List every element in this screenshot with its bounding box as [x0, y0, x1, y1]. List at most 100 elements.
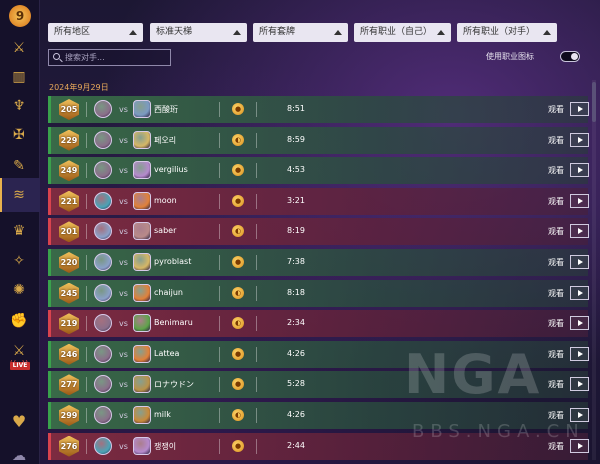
opponent-class-portrait [133, 344, 151, 363]
match-row[interactable]: 245 vs chaijun ◐ 8:18 观看 [48, 279, 589, 307]
sidebar-item-cloud-icon[interactable]: ☁ [8, 445, 30, 464]
watch-link[interactable]: 观看 [548, 104, 564, 115]
watch-link[interactable]: 观看 [548, 288, 564, 299]
opponent-name[interactable]: pyroblast [154, 257, 191, 266]
own-class-portrait [94, 130, 112, 149]
play-replay-button[interactable] [570, 224, 589, 239]
region-filter-label: 所有地区 [54, 27, 91, 37]
match-row[interactable]: 221 vs moon ● 3:21 观看 [48, 187, 589, 215]
own-class-filter[interactable]: 所有职业（自己） [354, 23, 451, 42]
opponent-class-portrait [133, 436, 151, 455]
opponent-search-input[interactable]: 搜索对手... [48, 49, 171, 66]
watch-link[interactable]: 观看 [548, 135, 564, 146]
rank-badge: 205 [59, 99, 79, 120]
caret-up-icon [334, 30, 342, 35]
rank-value: 299 [60, 411, 78, 420]
class-icon-toggle-label: 使用职业图标 [486, 52, 534, 61]
search-placeholder: 搜索对手... [65, 53, 105, 62]
coin-icon: ● [232, 103, 244, 115]
coin-icon: ● [232, 347, 244, 360]
watch-link[interactable]: 观看 [548, 257, 564, 268]
class-icon-toggle[interactable] [560, 51, 580, 62]
opponent-name[interactable]: ロナウドン [154, 379, 194, 390]
ladder-filter[interactable]: 标准天梯 [150, 23, 247, 42]
opponent-name[interactable]: milk [154, 410, 171, 419]
opponent-name[interactable]: Benimaru [154, 318, 193, 327]
coin-icon: ● [232, 256, 244, 268]
opponent-name[interactable]: saber [154, 226, 176, 235]
match-row[interactable]: 219 vs Benimaru ◐ 2:34 观看 [48, 310, 589, 338]
divider [86, 377, 87, 393]
opponent-name[interactable]: moon [154, 196, 177, 205]
app-logo[interactable]: 9 [9, 5, 31, 27]
scrollbar[interactable] [592, 80, 596, 460]
opponent-class-portrait [133, 191, 151, 210]
opponent-name[interactable]: vergilius [154, 165, 188, 174]
sidebar-item-book-icon[interactable]: ✠ [8, 124, 30, 146]
sidebar-item-card-icon[interactable]: ▥ [8, 66, 30, 88]
rank-badge: 277 [59, 374, 79, 396]
sidebar-item-quill-icon[interactable]: ✎ [8, 155, 30, 177]
match-row[interactable]: 249 vs vergilius ● 4:53 观看 [48, 157, 589, 185]
sidebar-item-heart-icon[interactable]: ♥ [8, 410, 30, 432]
divider [219, 132, 220, 148]
sidebar-item-trophy-icon[interactable]: ♆ [8, 95, 30, 117]
watermark-logo-text: NGA [404, 343, 542, 406]
live-badge: LIVE [10, 362, 30, 370]
opponent-name[interactable]: 西酸珩 [154, 104, 178, 115]
match-duration: 3:21 [287, 195, 305, 205]
play-replay-button[interactable] [570, 163, 589, 178]
match-row[interactable]: 201 vs saber ◐ 8:19 观看 [48, 218, 589, 246]
play-replay-button[interactable] [570, 132, 589, 147]
watch-link[interactable]: 观看 [548, 226, 564, 237]
match-row[interactable]: 229 vs 페오리 ◐ 8:59 观看 [48, 126, 589, 154]
divider [256, 132, 257, 148]
opponent-name[interactable]: 페오리 [154, 135, 176, 146]
opponent-name[interactable]: Lattea [154, 349, 179, 358]
opponent-name[interactable]: 쟁쟁이 [154, 441, 176, 452]
match-duration: 4:53 [287, 165, 305, 175]
match-row[interactable]: 220 vs pyroblast ● 7:38 观看 [48, 249, 589, 276]
match-duration: 8:18 [287, 287, 305, 297]
divider [256, 224, 257, 240]
sidebar-item-deck-stack-icon[interactable]: ≋ [8, 184, 30, 206]
caret-up-icon [129, 30, 137, 35]
play-replay-button[interactable] [570, 255, 589, 269]
divider [86, 224, 87, 240]
scrollbar-thumb[interactable] [592, 82, 596, 122]
watch-link[interactable]: 观看 [548, 318, 564, 329]
rank-badge: 221 [59, 190, 79, 212]
rank-value: 249 [60, 166, 78, 176]
rank-value: 229 [60, 135, 78, 145]
play-replay-button[interactable] [570, 285, 589, 300]
coin-icon: ● [232, 439, 244, 452]
sidebar-item-gear-orb-icon[interactable]: ✺ [8, 279, 30, 301]
sidebar-item-fist-icon[interactable]: ✊ [8, 310, 30, 332]
card-icon: ▥ [12, 69, 26, 85]
divider [256, 438, 257, 454]
rank-badge: 276 [59, 435, 79, 457]
watch-link[interactable]: 观看 [548, 196, 564, 207]
sidebar-item-crown-icon[interactable]: ♛ [8, 220, 30, 242]
caret-up-icon [543, 30, 551, 35]
rank-badge: 220 [59, 252, 79, 273]
watch-link[interactable]: 观看 [548, 165, 564, 176]
divider [219, 346, 220, 362]
sidebar-item-shield-icon[interactable]: ⚔ [8, 37, 30, 59]
play-replay-button[interactable] [570, 316, 589, 331]
first-turn-icon: ◐ [232, 409, 244, 421]
opponent-class-filter[interactable]: 所有职业（对手） [457, 23, 557, 42]
opponent-name[interactable]: chaijun [154, 288, 183, 297]
gear-orb-icon: ✺ [13, 282, 25, 298]
rank-value: 201 [60, 227, 78, 237]
divider [219, 316, 220, 332]
play-replay-button[interactable] [570, 193, 589, 208]
match-row[interactable]: 205 vs 西酸珩 ● 8:51 观看 [48, 96, 589, 123]
sidebar-item-barrel-icon[interactable]: ✧ [8, 250, 30, 272]
divider [219, 163, 220, 179]
region-filter[interactable]: 所有地区 [48, 23, 143, 42]
barrel-icon: ✧ [13, 253, 25, 269]
deck-filter[interactable]: 所有套牌 [253, 23, 348, 42]
rank-value: 221 [60, 196, 78, 206]
play-replay-button[interactable] [570, 102, 589, 116]
